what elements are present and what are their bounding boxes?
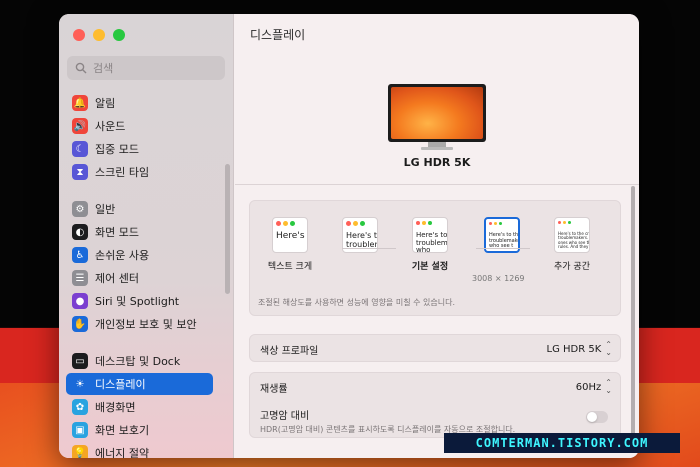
sidebar-item[interactable]: ◐ 화면 모드	[66, 221, 213, 243]
sidebar-item-label: 에너지 절약	[95, 447, 150, 458]
monitor-name: LG HDR 5K	[403, 156, 471, 169]
sidebar-item[interactable]: ● Siri 및 Spotlight	[66, 290, 213, 312]
resolution-option[interactable]: Here's 텍스트 크게	[260, 217, 320, 272]
speaker-icon: 🔊	[72, 118, 88, 134]
screensaver-icon: ▣	[72, 422, 88, 438]
main-pane: 디스플레이 LG HDR 5K Here's 텍스트 크게 Here's to t …	[235, 14, 639, 458]
sidebar-item-label: 집중 모드	[95, 143, 139, 156]
sidebar-item[interactable]: ☰ 제어 센터	[66, 267, 213, 289]
chevron-updown-icon: ⌃ ⌄	[605, 340, 612, 357]
resolution-option[interactable]: Here's to the crazy one troublemakers. T…	[542, 217, 602, 272]
sidebar-item-label: 개인정보 보호 및 보안	[95, 318, 197, 331]
sidebar-item[interactable]: ✋ 개인정보 보호 및 보안	[66, 313, 213, 335]
monitor-screen	[388, 84, 486, 142]
resolution-label: 텍스트 크게	[267, 262, 313, 272]
color-profile-row[interactable]: 색상 프로파일 LG HDR 5K ⌃ ⌄	[249, 334, 621, 362]
sidebar-item-label: 디스플레이	[95, 378, 146, 391]
monitor-image	[388, 84, 486, 152]
display-settings-card: 재생률 60Hz ⌃ ⌄ 고명암 대비 HDR(고명암 대비) 콘텐츠를 표시하도…	[249, 372, 621, 438]
resolution-option[interactable]: Here's to t troublema ones who 기본 설정	[400, 217, 460, 272]
sun-icon: ☀	[72, 376, 88, 392]
sidebar-item[interactable]: ✿ 배경화면	[66, 396, 213, 418]
sidebar-item[interactable]: 🔔 알림	[66, 92, 213, 114]
resolution-note: 조절된 해상도를 사용하면 성능에 영향을 미칠 수 있습니다.	[258, 298, 455, 307]
sidebar-item-label: 사운드	[95, 120, 126, 133]
resolution-preview: Here's	[272, 217, 308, 253]
preview-text: Here's to t troublema ones who	[416, 231, 448, 253]
sidebar-item[interactable]: 💡 에너지 절약	[66, 442, 213, 458]
color-profile-label: 색상 프로파일	[260, 345, 319, 357]
sidebar-item-label: 화면 보호기	[95, 424, 150, 437]
minimize-button[interactable]	[93, 29, 105, 41]
hdr-toggle[interactable]	[586, 411, 608, 423]
sidebar-item-label: 스크린 타임	[95, 166, 150, 179]
resolution-slider-track-2	[476, 248, 530, 249]
sidebar-item-label: 데스크탑 및 Dock	[95, 355, 181, 368]
hdr-label: 고명암 대비	[260, 411, 310, 422]
color-profile-value: LG HDR 5K	[546, 343, 602, 355]
bell-icon: 🔔	[72, 95, 88, 111]
color-profile-select[interactable]: LG HDR 5K ⌃ ⌄	[547, 341, 612, 357]
settings-window: 검색 🔔 알림 🔊 사운드 ☾ 집중 모드 ⧗ 스크린 타임 ⚙ 일반 ◐ 화면 모드 ♿ 손쉬운 사용 ☰…	[59, 14, 639, 458]
resolution-preview: Here's to t troublema ones who	[412, 217, 448, 253]
sidebar-item-label: Siri 및 Spotlight	[95, 295, 180, 308]
selected-resolution: 3008 × 1269	[472, 274, 525, 283]
sidebar-item-label: 일반	[95, 203, 116, 216]
content-scrollbar[interactable]	[631, 186, 635, 446]
watermark: COMTERMAN.TISTORY.COM	[444, 433, 680, 453]
appearance-icon: ◐	[72, 224, 88, 240]
chevron-updown-icon: ⌃ ⌄	[605, 378, 612, 395]
refresh-rate-label: 재생률	[260, 383, 288, 395]
resolution-card: Here's 텍스트 크게 Here's to t troublem Here's t…	[249, 200, 621, 316]
sidebar-item-label: 알림	[95, 97, 116, 110]
resolution-label: 추가 공간	[554, 262, 590, 272]
refresh-rate-select[interactable]: 60Hz ⌃ ⌄	[576, 379, 612, 395]
moon-icon: ☾	[72, 141, 88, 157]
sidebar-item[interactable]: ▣ 화면 보호기	[66, 419, 213, 441]
sidebar: 검색 🔔 알림 🔊 사운드 ☾ 집중 모드 ⧗ 스크린 타임 ⚙ 일반 ◐ 화면 모드 ♿ 손쉬운 사용 ☰…	[59, 14, 234, 458]
sidebar-item[interactable]: 🔊 사운드	[66, 115, 213, 137]
search-field[interactable]: 검색	[67, 56, 225, 80]
hand-icon: ✋	[72, 316, 88, 332]
flower-icon: ✿	[72, 399, 88, 415]
accessibility-icon: ♿	[72, 247, 88, 263]
sidebar-item[interactable]: ♿ 손쉬운 사용	[66, 244, 213, 266]
refresh-rate-value: 60Hz	[575, 381, 602, 393]
close-button[interactable]	[73, 29, 85, 41]
search-icon	[75, 62, 87, 74]
sidebar-item[interactable]: ☾ 집중 모드	[66, 138, 213, 160]
hdr-text: 고명암 대비 HDR(고명암 대비) 콘텐츠를 표시하도록 디스플레이를 자동으…	[260, 407, 515, 435]
sidebar-scrollbar[interactable]	[225, 164, 230, 294]
dock-icon: ▭	[72, 353, 88, 369]
sidebar-item-label: 제어 센터	[95, 272, 139, 285]
sidebar-item[interactable]: ⚙ 일반	[66, 198, 213, 220]
resolution-preview: Here's to the crazy one troublemakers. T…	[554, 217, 590, 253]
gear-icon: ⚙	[72, 201, 88, 217]
sidebar-item-label: 화면 모드	[95, 226, 139, 239]
sidebar-item[interactable]: ▭ 데스크탑 및 Dock	[66, 350, 213, 372]
resolution-label: 기본 설정	[411, 262, 449, 272]
sidebar-item[interactable]: ☀ 디스플레이	[66, 373, 213, 395]
sidebar-item[interactable]: ⧗ 스크린 타임	[66, 161, 213, 183]
preview-text: Here's to the crazy one troublemakers. T…	[558, 231, 589, 250]
window-controls	[73, 29, 125, 41]
preview-text: Here's	[276, 231, 305, 241]
page-title: 디스플레이	[250, 28, 306, 42]
control-center-icon: ☰	[72, 270, 88, 286]
bulb-icon: 💡	[72, 445, 88, 458]
siri-icon: ●	[72, 293, 88, 309]
zoom-button[interactable]	[113, 29, 125, 41]
sidebar-item-label: 배경화면	[95, 401, 136, 414]
divider	[235, 184, 639, 185]
hourglass-icon: ⧗	[72, 164, 88, 180]
search-placeholder: 검색	[93, 62, 114, 75]
preview-text: Here's to t troublem	[346, 231, 378, 249]
sidebar-item-label: 손쉬운 사용	[95, 249, 150, 262]
resolution-slider-track	[342, 248, 396, 249]
